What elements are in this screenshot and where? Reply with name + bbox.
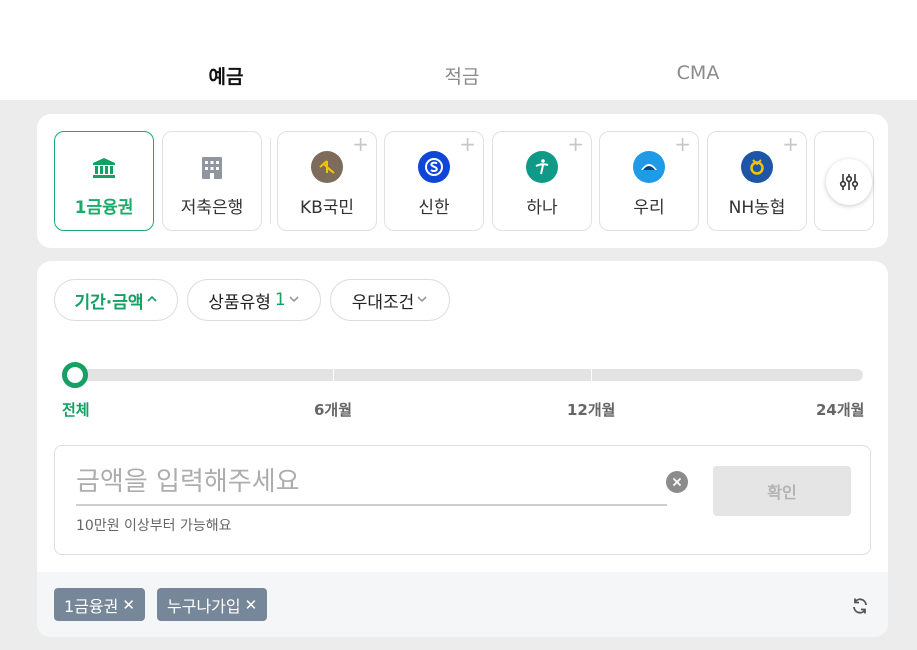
bank-group-savings-bank[interactable]: 저축은행: [162, 131, 262, 231]
bank-label: 신한: [418, 198, 450, 218]
amount-input[interactable]: [76, 460, 667, 506]
slider-label-24m[interactable]: 24개월: [816, 399, 864, 420]
kb-logo-icon: [311, 151, 343, 183]
chip-preferential[interactable]: 우대조건: [330, 279, 450, 321]
amount-input-box: 확인 10만원 이상부터 가능해요: [54, 445, 871, 555]
bank-item-hana[interactable]: + 하나: [492, 131, 592, 231]
period-slider-handle[interactable]: [62, 362, 88, 388]
add-plus-icon: +: [674, 132, 691, 156]
tab-cma[interactable]: CMA: [580, 56, 816, 102]
chip-label: 기간·금액: [74, 292, 144, 313]
chevron-down-icon: [416, 293, 428, 308]
confirm-button[interactable]: 확인: [713, 466, 851, 516]
bank-item-woori[interactable]: + 우리: [599, 131, 699, 231]
slider-label-12m[interactable]: 12개월: [567, 399, 615, 420]
bank-group-label: 저축은행: [180, 198, 244, 218]
sliders-icon: [839, 174, 859, 190]
chip-period-amount[interactable]: 기간·금액: [54, 279, 178, 321]
filter-card: 기간·금액 상품유형 1 우대조건 전체 6개월 12개월 24개월 확인 10…: [37, 261, 888, 637]
selected-tag-open-to-all[interactable]: 누구나가입 ✕: [157, 588, 268, 621]
bank-building-icon: [88, 152, 120, 184]
tag-label: 1금융권: [64, 596, 119, 616]
add-plus-icon: +: [782, 132, 799, 156]
slider-tick: [591, 369, 592, 381]
bank-group-tier1[interactable]: 1금융권: [54, 131, 154, 231]
hana-logo-icon: [526, 151, 558, 183]
shinhan-logo-icon: [418, 151, 450, 183]
selected-tag-tier1[interactable]: 1금융권 ✕: [54, 588, 145, 621]
chip-label: 상품유형: [208, 292, 271, 313]
tab-savings[interactable]: 적금: [344, 56, 580, 102]
amount-hint: 10만원 이상부터 가능해요: [76, 518, 232, 534]
bank-label: NH농협: [728, 198, 786, 218]
tab-deposit-label: 예금: [208, 66, 244, 88]
period-slider-track[interactable]: [62, 369, 863, 381]
bank-group-label: 1금융권: [74, 198, 134, 218]
chip-count: 1: [274, 290, 286, 310]
slider-label-all[interactable]: 전체: [62, 399, 90, 420]
chip-product-type[interactable]: 상품유형 1: [187, 279, 321, 321]
selected-tags-bar: 1금융권 ✕ 누구나가입 ✕: [37, 572, 888, 637]
tab-savings-label: 적금: [444, 66, 480, 88]
reset-filters-button[interactable]: [847, 593, 873, 619]
office-building-icon: [196, 152, 228, 184]
bank-selector-card: 1금융권 저축은행 + KB국민 + 신한 + 하나 + 우리 + NH농협: [37, 114, 888, 248]
tag-label: 누구나가입: [167, 596, 241, 616]
chevron-down-icon: [288, 293, 300, 308]
add-plus-icon: +: [352, 132, 369, 156]
remove-tag-icon[interactable]: ✕: [122, 596, 135, 614]
add-plus-icon: +: [567, 132, 584, 156]
bank-label: 우리: [633, 198, 665, 218]
clear-input-button[interactable]: [666, 471, 688, 493]
refresh-icon: [853, 598, 867, 614]
tab-deposit[interactable]: 예금: [108, 56, 344, 102]
tab-cma-label: CMA: [676, 62, 720, 84]
product-tabs: 예금 적금 CMA: [0, 0, 917, 102]
add-plus-icon: +: [459, 132, 476, 156]
chevron-up-icon: [146, 293, 158, 308]
bank-item-kb[interactable]: + KB국민: [277, 131, 377, 231]
bank-item-shinhan[interactable]: + 신한: [384, 131, 484, 231]
filter-settings-button[interactable]: [826, 159, 872, 205]
bank-item-nh[interactable]: + NH농협: [707, 131, 807, 231]
remove-tag-icon[interactable]: ✕: [245, 596, 258, 614]
woori-logo-icon: [633, 151, 665, 183]
slider-label-6m[interactable]: 6개월: [314, 399, 352, 420]
slider-tick: [333, 369, 334, 381]
bank-label: KB국민: [299, 198, 355, 218]
bank-divider: [270, 138, 271, 224]
close-icon: [672, 477, 682, 487]
chip-label: 우대조건: [351, 292, 415, 313]
nh-logo-icon: [741, 151, 773, 183]
bank-label: 하나: [526, 198, 558, 218]
